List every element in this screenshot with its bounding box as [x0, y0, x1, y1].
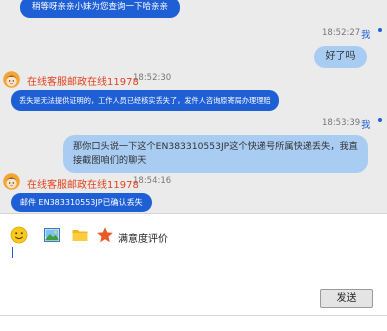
message-input[interactable] [8, 244, 378, 284]
agent-avatar-icon [3, 173, 20, 190]
divider [0, 315, 387, 316]
text-cursor [12, 247, 13, 258]
image-icon[interactable] [43, 226, 61, 244]
agent-message-bubble: 丢失是无法提供证明的，工作人员已经核实丢失了，发件人咨询原寄局办理理赔 [11, 90, 279, 111]
agent-message-bubble: 邮件 EN383310553JP已确认丢失 [11, 193, 152, 212]
send-button[interactable]: 发送 [320, 289, 373, 308]
message-timestamp: 18:52:30 [133, 73, 172, 83]
user-message-bubble: 好了吗 [314, 46, 367, 68]
chat-history[interactable]: 稍等呀亲亲小妹为您查询一下哈亲亲 18:52:27 我 好了吗 在线客服邮政在线… [0, 0, 387, 213]
agent-avatar-icon [3, 71, 20, 88]
sender-indicator-dot [378, 28, 382, 32]
message-timestamp: 18:54:16 [133, 176, 172, 186]
emoji-icon[interactable] [10, 226, 28, 244]
message-timestamp: 18:53:39 [322, 118, 361, 128]
sender-me-label: 我 [361, 30, 371, 41]
satisfaction-rating-link[interactable]: 满意度评价 [118, 230, 168, 245]
folder-icon[interactable] [71, 226, 89, 244]
message-input-panel: 满意度评价 发送 [0, 213, 387, 331]
sender-indicator-dot [378, 118, 382, 122]
sender-me-label: 我 [361, 120, 371, 131]
agent-name: 在线客服邮政在线11978 [27, 77, 139, 88]
agent-name: 在线客服邮政在线11978 [27, 180, 139, 191]
star-icon[interactable] [96, 226, 114, 244]
agent-message-bubble: 稍等呀亲亲小妹为您查询一下哈亲亲 [20, 0, 181, 18]
message-timestamp: 18:52:27 [322, 28, 361, 38]
user-message-bubble: 那你口头说一下这个EN383310553JP这个快递号所属快递丢失，我直接截图咱… [63, 135, 368, 173]
